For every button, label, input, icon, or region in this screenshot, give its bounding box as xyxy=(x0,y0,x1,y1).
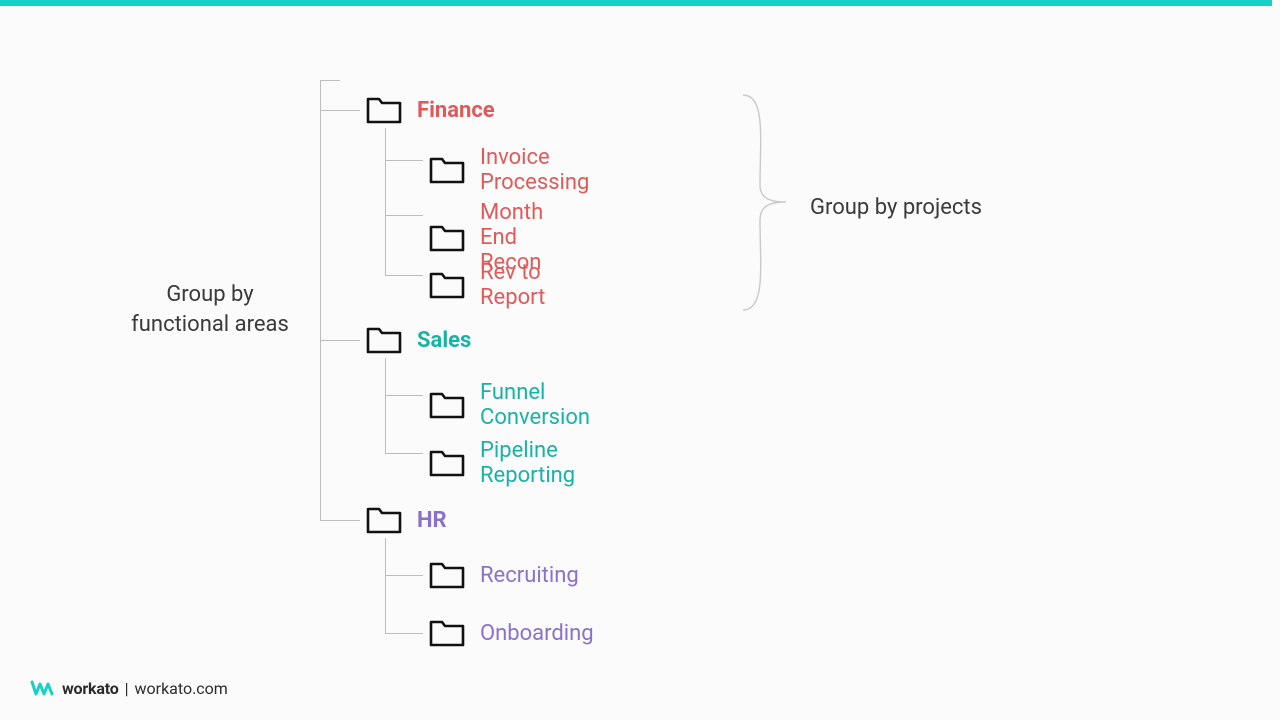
folder-icon xyxy=(365,505,403,535)
annotation-left-line2: functional areas xyxy=(131,312,289,337)
folder-icon xyxy=(428,223,466,253)
folder-hr: HR xyxy=(365,505,447,535)
footer-brand-name: workato xyxy=(62,679,119,698)
folder-sales: Sales xyxy=(365,325,471,355)
folder-label: Sales xyxy=(417,328,471,353)
folder-icon xyxy=(428,390,466,420)
folder-label: Pipeline Reporting xyxy=(480,438,575,488)
folder-icon xyxy=(428,618,466,648)
folder-finance-item: Rev to Report xyxy=(428,260,545,310)
folder-label: Onboarding xyxy=(480,621,594,646)
folder-icon xyxy=(365,95,403,125)
folder-label: Recruiting xyxy=(480,563,579,588)
folder-sales-item: Funnel Conversion xyxy=(428,380,590,430)
diagram-canvas: Group by functional areas Group by proje… xyxy=(0,0,1280,720)
brace-icon xyxy=(738,90,793,315)
folder-label: Funnel Conversion xyxy=(480,380,590,430)
folder-label: Invoice Processing xyxy=(480,145,589,195)
folder-label: Rev to Report xyxy=(480,260,545,310)
folder-hr-item: Onboarding xyxy=(428,618,594,648)
annotation-right-text: Group by projects xyxy=(810,195,982,220)
workato-logo-icon xyxy=(30,678,56,698)
footer-separator: | xyxy=(125,679,129,698)
folder-icon xyxy=(428,448,466,478)
footer-brand: workato | workato.com xyxy=(30,678,228,698)
folder-label: Finance xyxy=(417,98,495,123)
folder-hr-item: Recruiting xyxy=(428,560,579,590)
annotation-left-line1: Group by xyxy=(166,282,253,307)
folder-finance-item: Invoice Processing xyxy=(428,145,589,195)
folder-finance: Finance xyxy=(365,95,495,125)
folder-icon xyxy=(365,325,403,355)
footer-url: workato.com xyxy=(135,679,228,698)
folder-icon xyxy=(428,270,466,300)
annotation-projects: Group by projects xyxy=(810,195,982,220)
folder-sales-item: Pipeline Reporting xyxy=(428,438,575,488)
folder-icon xyxy=(428,155,466,185)
folder-icon xyxy=(428,560,466,590)
annotation-functional-areas: Group by functional areas xyxy=(105,280,315,339)
folder-label: HR xyxy=(417,508,447,533)
